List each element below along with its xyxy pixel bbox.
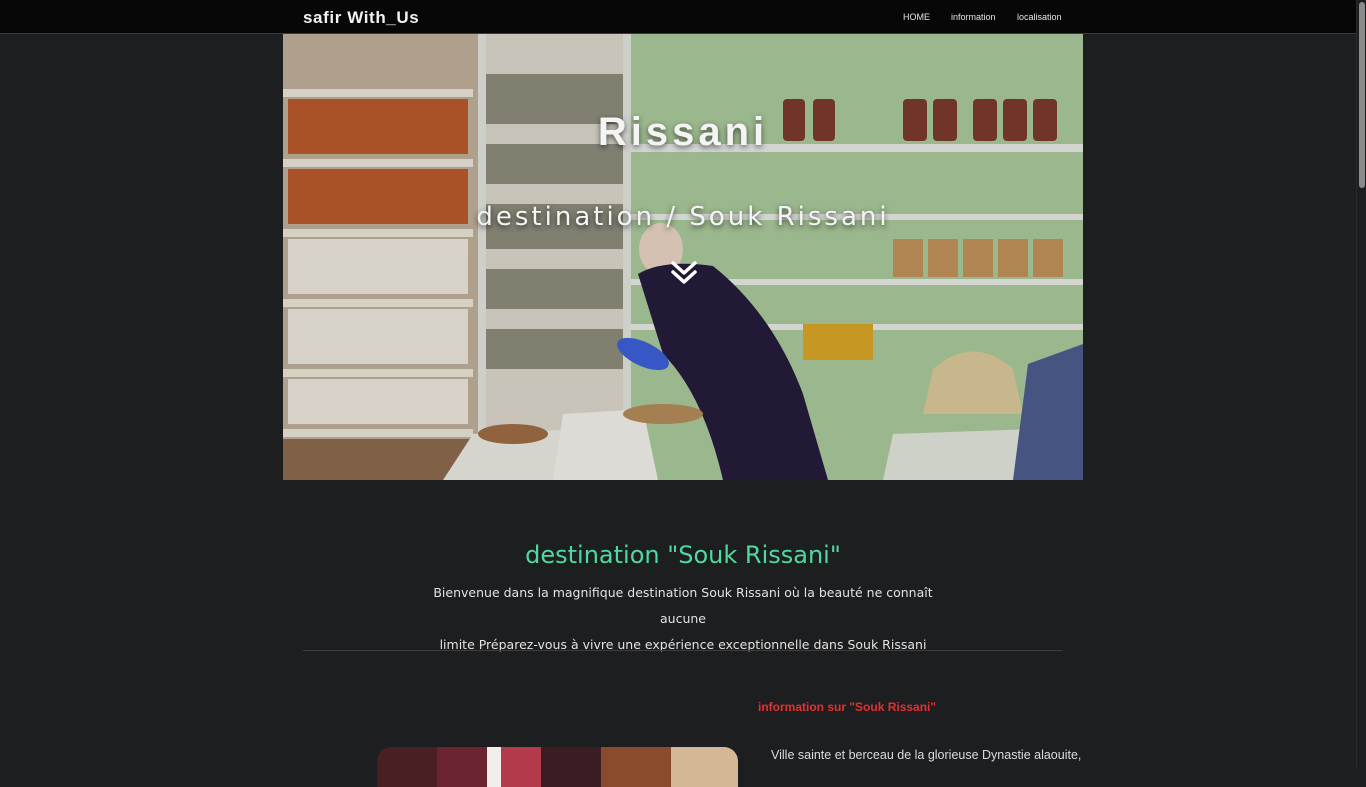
- nav-link-home[interactable]: HOME: [903, 12, 930, 22]
- section-title: destination "Souk Rissani": [525, 541, 841, 569]
- info-paragraph: Ville sainte et berceau de la glorieuse …: [771, 748, 1082, 762]
- hero-image-spice-shop: [283, 34, 1083, 480]
- double-chevron-down-icon[interactable]: [669, 258, 699, 288]
- info-image-market: [377, 747, 738, 787]
- scrollbar-thumb[interactable]: [1359, 2, 1365, 188]
- nav-link-localisation[interactable]: localisation: [1017, 12, 1062, 22]
- page-scrollbar[interactable]: [1356, 0, 1366, 768]
- nav-links: HOME information localisation: [0, 12, 1356, 26]
- hero-subtitle: destination / Souk Rissani: [476, 202, 890, 232]
- info-heading: information sur "Souk Rissani": [758, 700, 937, 714]
- intro-text-line: limite Préparez-vous à vivre une expérie…: [439, 637, 927, 652]
- top-navbar: safir With_Us HOME information localisat…: [0, 0, 1356, 34]
- section-divider: [303, 650, 1063, 651]
- nav-link-information[interactable]: information: [951, 12, 996, 22]
- intro-text: Bienvenue dans la magnifique destination…: [423, 580, 943, 658]
- hero-title: Rissani: [597, 110, 769, 154]
- hero-banner: Rissani destination / Souk Rissani: [283, 34, 1083, 480]
- intro-text-line: Bienvenue dans la magnifique destination…: [433, 585, 933, 626]
